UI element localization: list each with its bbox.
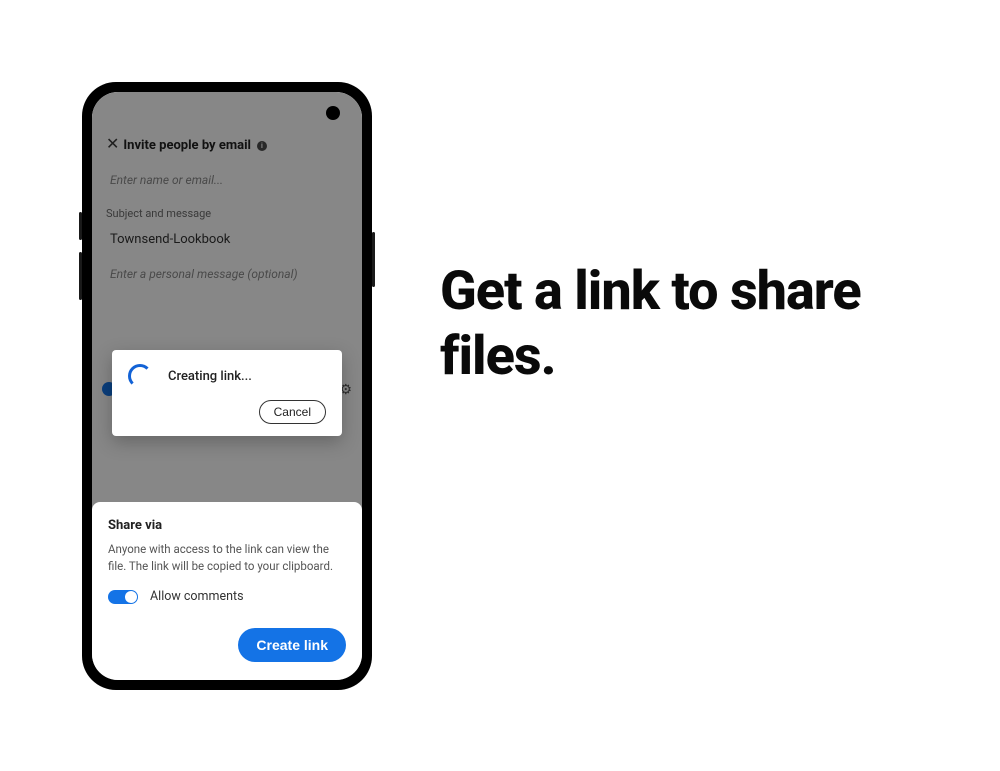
create-link-button[interactable]: Create link	[238, 628, 346, 662]
allow-comments-row[interactable]: Allow comments	[108, 589, 346, 604]
camera-hole	[326, 106, 340, 120]
sheet-title: Share via	[108, 518, 346, 533]
volume-down-button	[79, 252, 82, 300]
creating-link-modal: Creating link... Cancel	[112, 350, 342, 436]
modal-status-text: Creating link...	[168, 369, 252, 384]
share-bottom-sheet: Share via Anyone with access to the link…	[92, 502, 362, 681]
allow-comments-toggle[interactable]	[108, 590, 138, 604]
spinner-icon	[128, 364, 152, 388]
phone-screen: ✕ Invite people by email i Enter name or…	[92, 92, 362, 680]
marketing-headline: Get a link to share files.	[440, 260, 960, 390]
power-button	[372, 232, 375, 287]
sheet-description: Anyone with access to the link can view …	[108, 541, 346, 576]
allow-comments-label: Allow comments	[150, 589, 244, 604]
volume-up-button	[79, 212, 82, 240]
cancel-button[interactable]: Cancel	[259, 400, 326, 424]
phone-frame: ✕ Invite people by email i Enter name or…	[82, 82, 372, 690]
